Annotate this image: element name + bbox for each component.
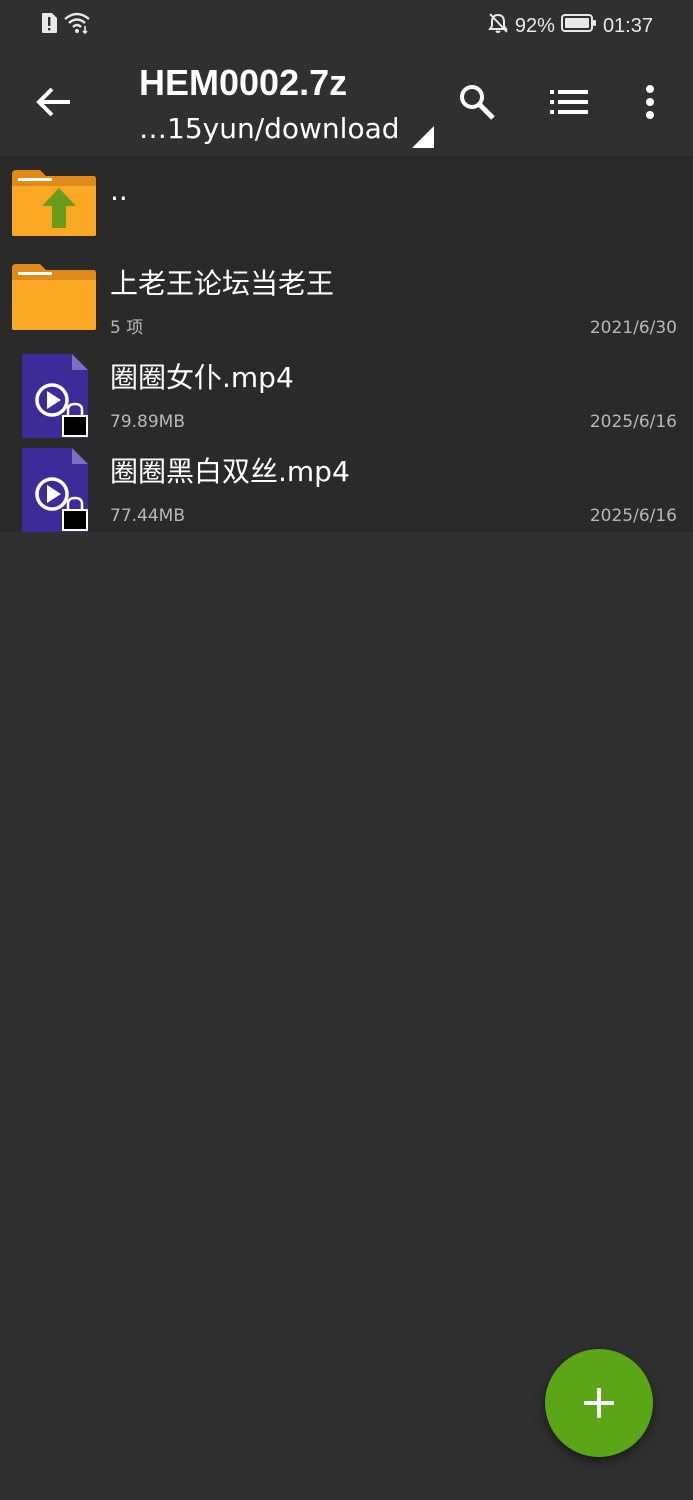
list-item-parent-folder[interactable]: ..	[0, 156, 693, 250]
item-name: 上老王论坛当老王	[110, 267, 335, 300]
item-date: 2025/6/16	[589, 412, 677, 432]
item-name: ..	[110, 174, 128, 207]
battery-icon	[560, 13, 597, 39]
item-count: 5 项	[110, 318, 144, 338]
notifications-off-icon	[487, 12, 509, 40]
view-mode-button[interactable]	[539, 72, 599, 132]
archive-title: HEM0002.7z	[139, 62, 348, 103]
battery-percent: 92%	[514, 14, 555, 37]
item-name: 圈圈黑白双丝.mp4	[110, 455, 350, 488]
wifi-icon	[64, 12, 90, 40]
plus-icon	[584, 1388, 614, 1418]
item-date: 2025/6/16	[589, 506, 677, 526]
locked-video-file-icon	[10, 448, 98, 532]
folder-up-icon	[10, 166, 98, 238]
item-size: 77.44MB	[110, 506, 185, 526]
current-path: …15yun/download	[139, 112, 400, 145]
arrow-back-icon	[36, 87, 70, 117]
folder-icon	[10, 260, 98, 332]
list-item-file[interactable]: 圈圈女仆.mp4 79.89MB 2025/6/16	[0, 344, 693, 438]
status-bar: 92% 01:37	[0, 0, 693, 48]
item-size: 79.89MB	[110, 412, 185, 432]
more-options-button[interactable]	[620, 72, 680, 132]
path-selector[interactable]: …15yun/download	[139, 112, 434, 152]
locked-video-file-icon	[10, 354, 98, 438]
status-left	[40, 12, 90, 40]
search-button[interactable]	[447, 72, 507, 132]
more-vert-icon	[646, 85, 654, 119]
add-button[interactable]	[545, 1349, 653, 1457]
file-list: .. 上老王论坛当老王 5 项 2021/6/30 圈圈女仆.mp4 79.89…	[0, 156, 693, 532]
search-icon	[460, 85, 495, 120]
item-date: 2021/6/30	[589, 318, 677, 338]
item-name: 圈圈女仆.mp4	[110, 361, 294, 394]
app-bar: HEM0002.7z …15yun/download	[0, 48, 693, 156]
list-view-icon	[550, 90, 588, 114]
list-item-folder[interactable]: 上老王论坛当老王 5 项 2021/6/30	[0, 250, 693, 344]
list-item-file[interactable]: 圈圈黑白双丝.mp4 77.44MB 2025/6/16	[0, 438, 693, 532]
status-right: 92% 01:37	[487, 12, 653, 40]
clock: 01:37	[602, 14, 653, 37]
sim-alert-icon	[40, 12, 58, 40]
back-button[interactable]	[24, 72, 84, 132]
dropdown-triangle-icon	[411, 126, 434, 148]
